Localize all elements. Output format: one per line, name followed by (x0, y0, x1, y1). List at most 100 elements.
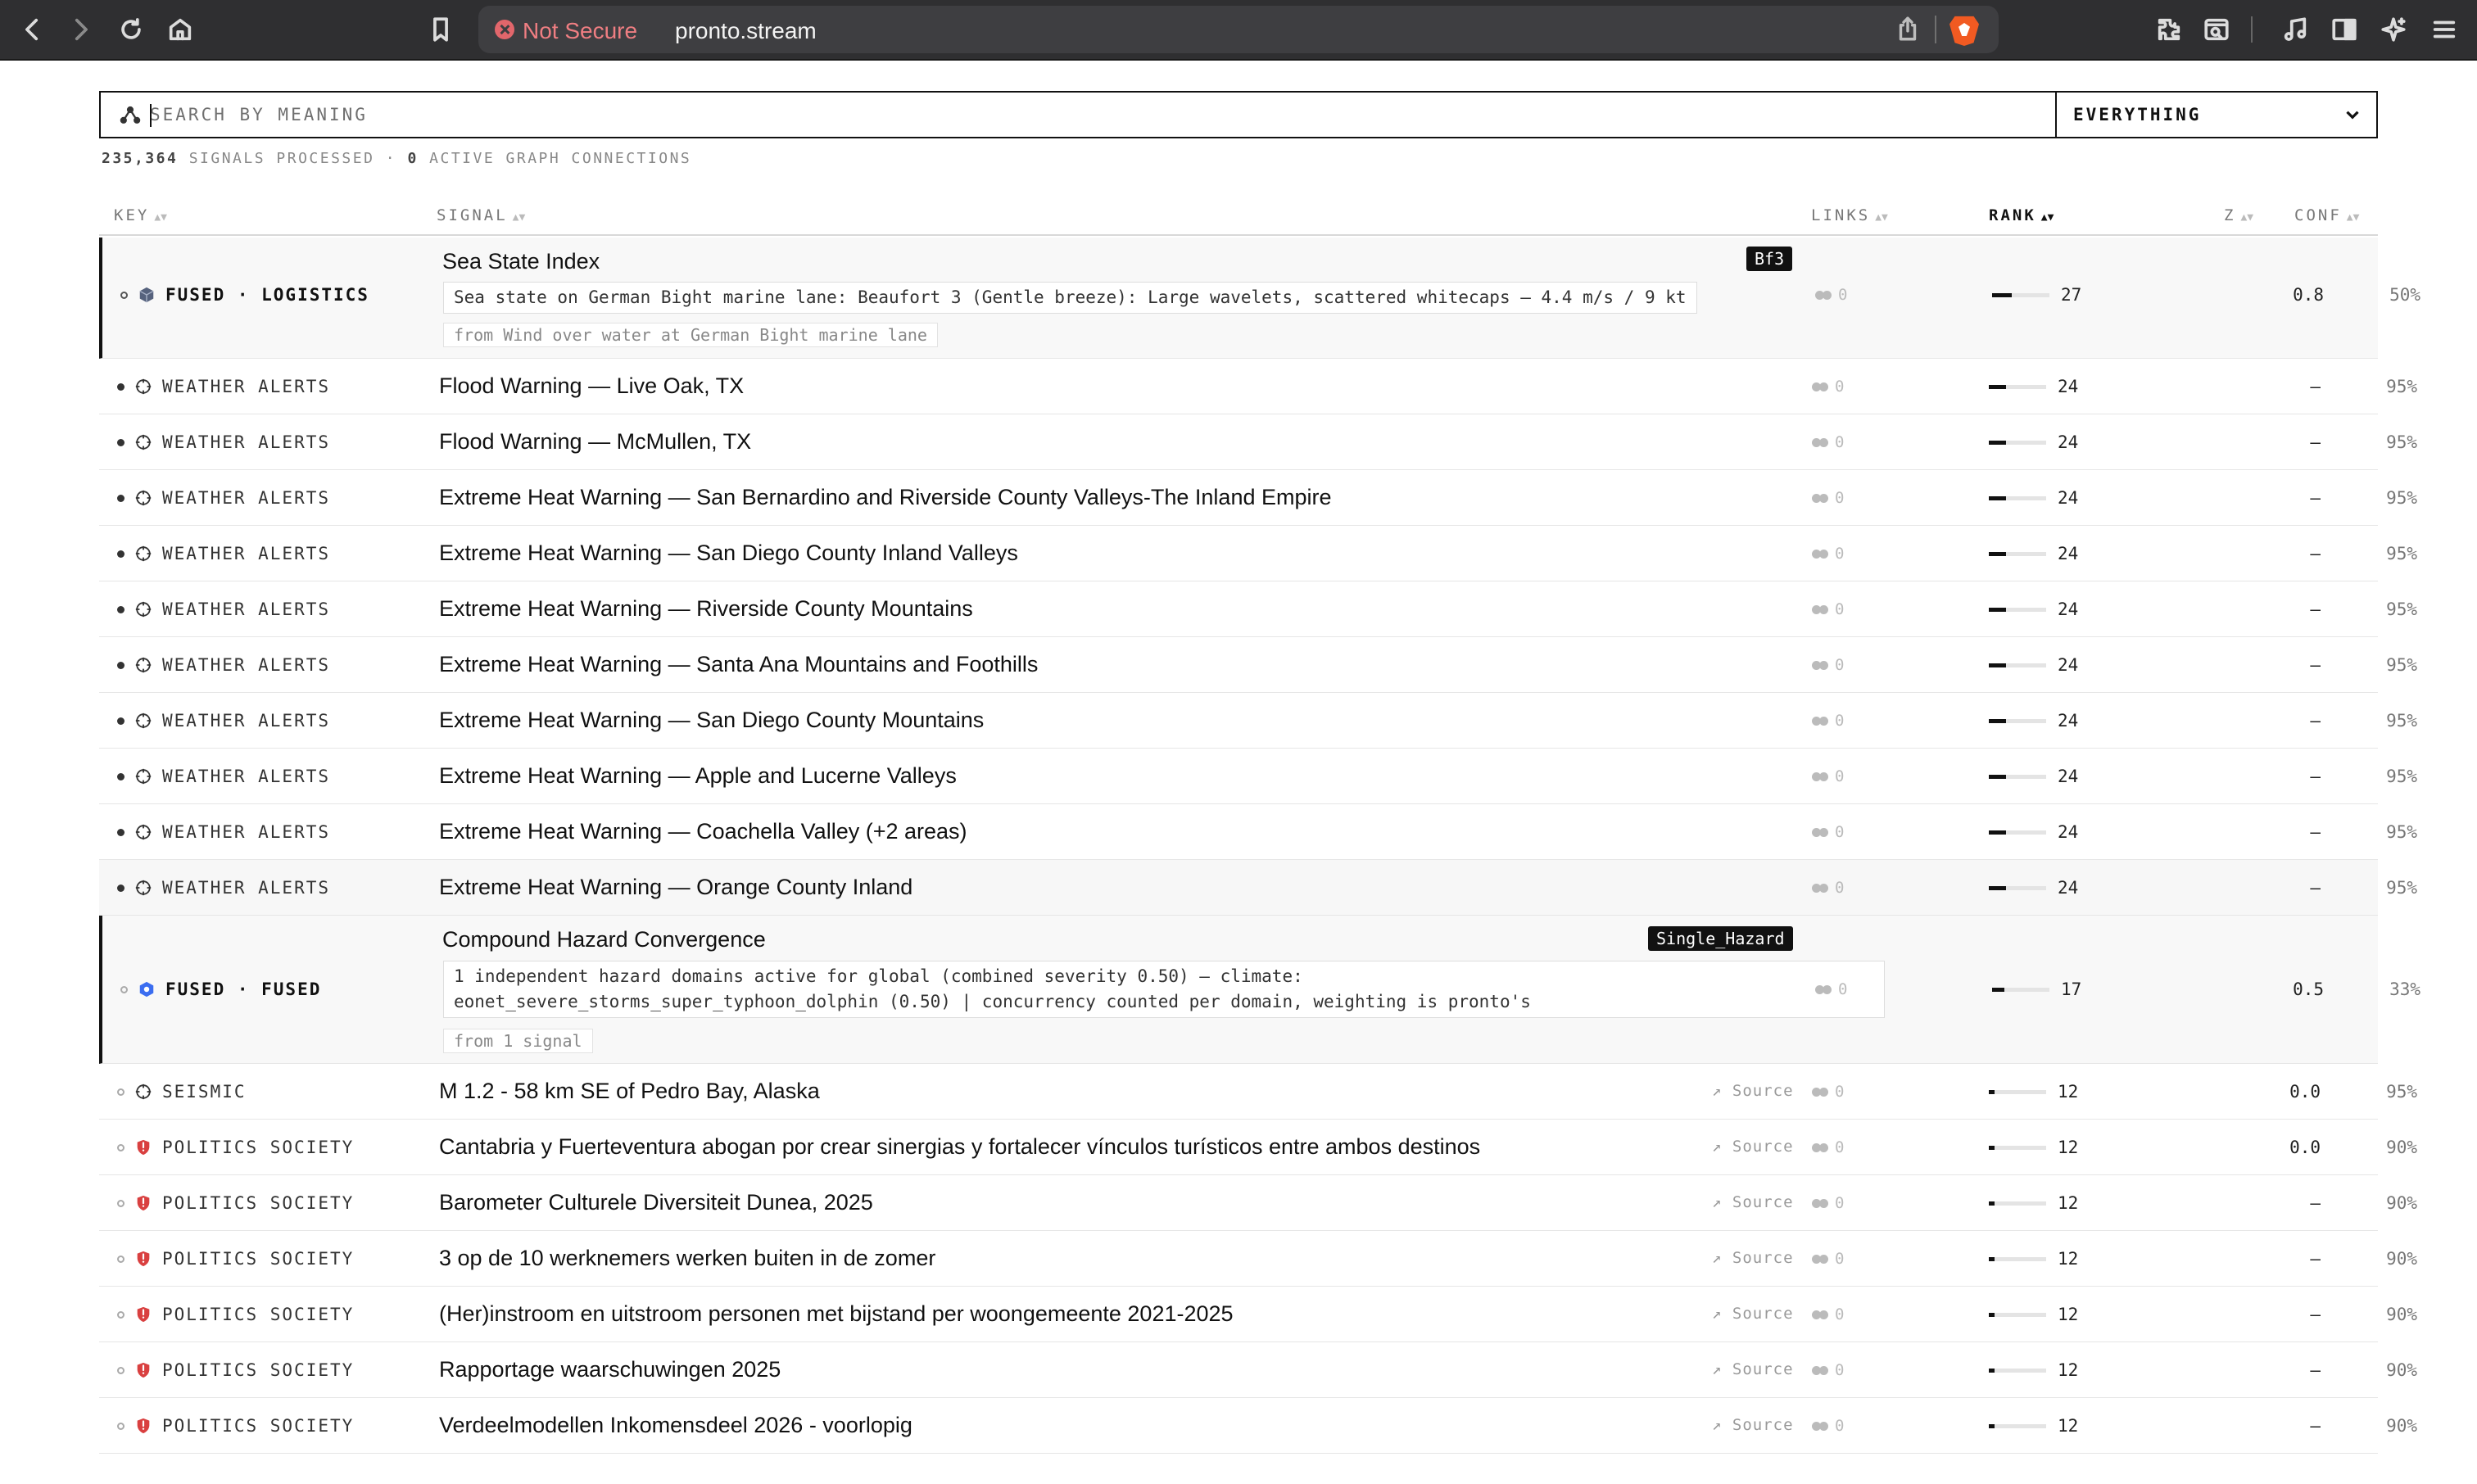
source-link[interactable]: ↗ Source (1712, 1082, 1794, 1100)
links-value: 0 (1835, 879, 1845, 897)
signal-title[interactable]: Extreme Heat Warning — Santa Ana Mountai… (439, 652, 1038, 677)
signal-title[interactable]: Rapportage waarschuwingen 2025 (439, 1357, 781, 1382)
signal-badge: Bf3 (1746, 247, 1793, 271)
column-z[interactable]: Z ▲▼ (2224, 206, 2253, 224)
table-row[interactable]: POLITICS SOCIETY Barometer Culturele Dive… (99, 1175, 2417, 1231)
sidebar-icon[interactable] (2326, 11, 2362, 48)
signal-title[interactable]: Flood Warning — Live Oak, TX (439, 373, 744, 399)
back-icon[interactable] (15, 11, 51, 48)
row-key-label: WEATHER ALERTS (162, 599, 331, 619)
table-row[interactable]: POLITICS SOCIETY 3 op de 10 werknemers we… (99, 1231, 2417, 1287)
signal-title[interactable]: Extreme Heat Warning — San Diego County … (439, 708, 984, 733)
table-row[interactable]: POLITICS SOCIETY Cantabria y Fuerteventur… (99, 1120, 2417, 1175)
signal-description-line: Sea state on German Bight marine lane: B… (454, 287, 1687, 307)
signal-title[interactable]: Cantabria y Fuerteventura abogan por cre… (439, 1134, 1480, 1160)
rank-bar-fill (1989, 663, 2006, 667)
column-key[interactable]: KEY ▲▼ (114, 206, 167, 224)
rank-meter: 24 (1989, 711, 2078, 731)
rank-meter: 24 (1989, 488, 2078, 508)
row-key: SEISMIC (117, 1082, 247, 1102)
fused-signal-row[interactable]: FUSED · FUSED Compound Hazard Convergence… (99, 916, 2420, 1064)
signal-title[interactable]: 3 op de 10 werknemers werken buiten in d… (439, 1246, 935, 1271)
signal-title[interactable]: Extreme Heat Warning — Coachella Valley … (439, 819, 967, 844)
signal-title[interactable]: Extreme Heat Warning — Apple and Lucerne… (439, 763, 957, 789)
signal-title[interactable]: Barometer Culturele Diversiteit Dunea, 2… (439, 1190, 873, 1215)
leo-ai-icon[interactable] (2375, 11, 2411, 48)
source-link[interactable]: ↗ Source (1712, 1138, 1794, 1156)
rank-bar-fill (1989, 1256, 1995, 1261)
status-dot-empty (117, 1088, 125, 1096)
table-row[interactable]: WEATHER ALERTS Extreme Heat Warning — San… (99, 637, 2417, 693)
extensions-icon[interactable] (2151, 11, 2187, 48)
table-row[interactable]: WEATHER ALERTS Extreme Heat Warning — Ora… (99, 860, 2417, 916)
links-value: 0 (1838, 286, 1848, 304)
status-dot-filled (117, 550, 125, 558)
signal-title[interactable]: Flood Warning — McMullen, TX (439, 429, 751, 455)
signal-title[interactable]: Compound Hazard Convergence (442, 927, 766, 952)
source-link[interactable]: ↗ Source (1712, 1305, 1794, 1323)
url-text[interactable]: pronto.stream (675, 18, 817, 44)
table-row[interactable]: WEATHER ALERTS Flood Warning — Live Oak, … (99, 359, 2417, 414)
row-key: WEATHER ALERTS (117, 599, 330, 619)
table-row[interactable]: WEATHER ALERTS Extreme Heat Warning — San… (99, 693, 2417, 749)
signal-title[interactable]: Extreme Heat Warning — San Bernardino an… (439, 485, 1332, 510)
status-dot-empty (117, 1366, 125, 1374)
table-row[interactable]: WEATHER ALERTS Extreme Heat Warning — App… (99, 749, 2417, 804)
signal-title[interactable]: Extreme Heat Warning — Orange County Inl… (439, 875, 912, 900)
column-rank[interactable]: RANK ▲▼ (1989, 206, 2054, 224)
table-row[interactable]: POLITICS SOCIETY Verdeelmodellen Inkomens… (99, 1398, 2417, 1454)
reader-mode-icon[interactable] (2199, 11, 2235, 48)
row-key-label: WEATHER ALERTS (162, 488, 331, 508)
links-value: 0 (1835, 600, 1845, 618)
bookmark-icon[interactable] (423, 11, 459, 48)
home-icon[interactable] (162, 11, 198, 48)
security-status[interactable]: Not Secure (523, 18, 637, 44)
column-links[interactable]: LINKS ▲▼ (1811, 206, 1888, 224)
rank-bar-track (1992, 987, 2049, 992)
address-bar[interactable]: Not Secure pronto.stream (478, 6, 1999, 53)
search-input[interactable] (150, 99, 2034, 130)
links-value: 0 (1838, 980, 1848, 998)
z-score: 0.8 (2293, 285, 2324, 305)
rank-bar-track (1989, 1423, 2046, 1428)
table-row[interactable]: SEISMIC M 1.2 - 58 km SE of Pedro Bay, Al… (99, 1064, 2417, 1120)
confidence: 90% (2386, 1249, 2417, 1269)
rank-bar-fill (1989, 830, 2006, 835)
row-key: POLITICS SOCIETY (117, 1193, 354, 1213)
table-row[interactable]: WEATHER ALERTS Flood Warning — McMullen, … (99, 414, 2417, 470)
signal-title[interactable]: Extreme Heat Warning — San Diego County … (439, 541, 1018, 566)
source-link[interactable]: ↗ Source (1712, 1193, 1794, 1211)
rank-bar-fill (1992, 292, 2012, 297)
rank-meter: 12 (1989, 1193, 2078, 1213)
table-row[interactable]: WEATHER ALERTS Extreme Heat Warning — Riv… (99, 581, 2417, 637)
menu-icon[interactable] (2426, 11, 2462, 48)
column-conf[interactable]: CONF ▲▼ (2294, 206, 2359, 224)
table-row[interactable]: POLITICS SOCIETY (Her)instroom en uitstro… (99, 1287, 2417, 1342)
rank-meter: 17 (1992, 980, 2081, 999)
media-icon[interactable] (2277, 11, 2313, 48)
scope-select[interactable]: EVERYTHING (2055, 93, 2378, 137)
rank-meter: 12 (1989, 1249, 2078, 1269)
table-row[interactable]: POLITICS SOCIETY Rapportage waarschuwinge… (99, 1342, 2417, 1398)
signal-title[interactable]: Sea State Index (442, 249, 600, 274)
link-dot-icon (1819, 771, 1828, 781)
brave-shields-icon[interactable] (1949, 16, 1979, 46)
row-key-label: WEATHER ALERTS (162, 377, 331, 396)
source-link[interactable]: ↗ Source (1712, 1360, 1794, 1378)
links-count: 0 (1812, 1417, 1844, 1435)
forward-icon[interactable] (62, 11, 98, 48)
scope-select-value: EVERYTHING (2073, 105, 2202, 124)
fused-signal-row[interactable]: FUSED · LOGISTICS Sea State Index Bf3 Sea s… (99, 238, 2420, 359)
source-link[interactable]: ↗ Source (1712, 1416, 1794, 1434)
signal-title[interactable]: (Her)instroom en uitstroom personen met … (439, 1301, 1234, 1327)
source-link[interactable]: ↗ Source (1712, 1249, 1794, 1267)
column-signal[interactable]: SIGNAL ▲▼ (437, 206, 525, 224)
share-icon[interactable] (1894, 14, 1927, 47)
signal-title[interactable]: Verdeelmodellen Inkomensdeel 2026 - voor… (439, 1413, 912, 1438)
reload-icon[interactable] (113, 11, 149, 48)
table-row[interactable]: WEATHER ALERTS Extreme Heat Warning — San… (99, 470, 2417, 526)
signal-title[interactable]: Extreme Heat Warning — Riverside County … (439, 596, 973, 622)
table-row[interactable]: WEATHER ALERTS Extreme Heat Warning — Coa… (99, 804, 2417, 860)
table-row[interactable]: WEATHER ALERTS Extreme Heat Warning — San… (99, 526, 2417, 581)
signal-title[interactable]: M 1.2 - 58 km SE of Pedro Bay, Alaska (439, 1079, 820, 1104)
